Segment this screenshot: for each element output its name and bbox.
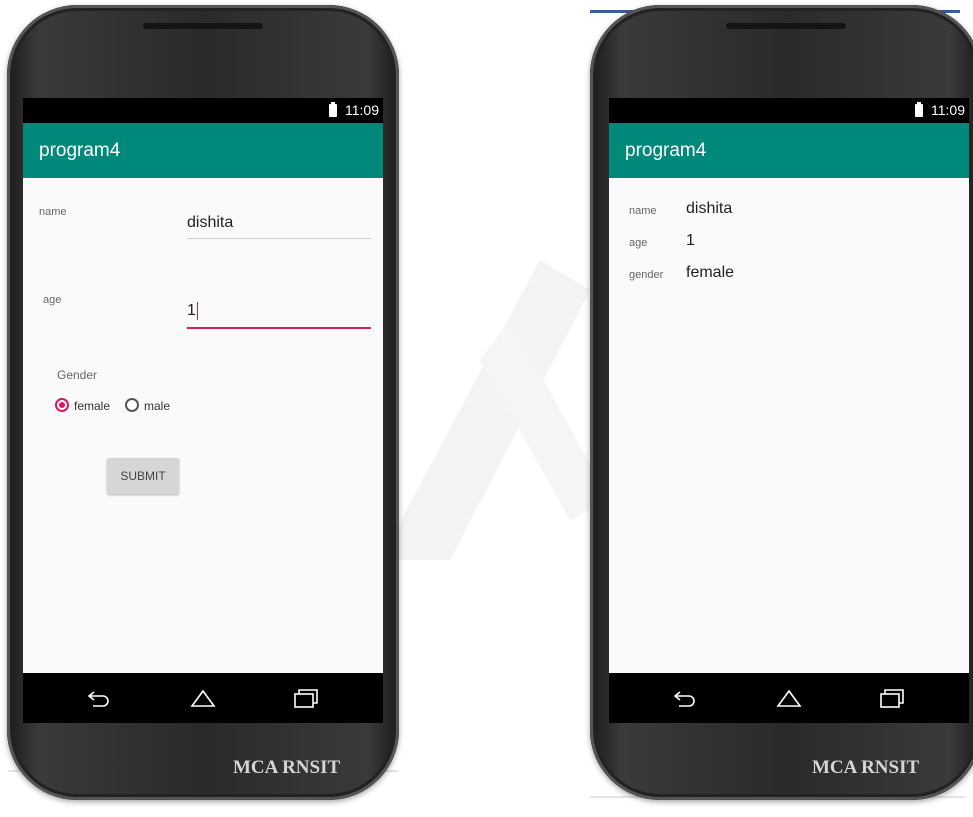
result-row: name dishita xyxy=(629,200,929,222)
result-label: name xyxy=(629,205,657,217)
text-cursor xyxy=(196,302,198,320)
result-row: age 1 xyxy=(629,232,929,254)
navigation-bar xyxy=(23,673,383,723)
radio-male-circle xyxy=(125,398,139,412)
navigation-bar xyxy=(609,673,969,723)
app-bar: program4 xyxy=(23,123,383,178)
radio-male[interactable]: male xyxy=(125,394,185,416)
battery-icon xyxy=(329,102,337,117)
app-title: program4 xyxy=(39,140,121,161)
gender-label: Gender xyxy=(57,368,98,382)
battery-icon xyxy=(915,102,923,117)
result-value: 1 xyxy=(686,232,695,249)
name-input-underline xyxy=(187,238,371,239)
screen-result: 11:09 program4 name dishita age 1 gender… xyxy=(609,98,969,723)
age-input-text: 1 xyxy=(187,302,196,320)
name-input[interactable]: dishita xyxy=(187,206,377,239)
speaker-grille xyxy=(143,23,263,29)
name-label: name xyxy=(39,206,67,218)
app-title: program4 xyxy=(625,140,707,161)
age-label: age xyxy=(43,294,62,306)
screen-form: 11:09 program4 name dishita age 1 Gender… xyxy=(23,98,383,723)
result-content: name dishita age 1 gender female xyxy=(609,178,969,673)
recents-icon[interactable] xyxy=(877,686,905,710)
form-content: name dishita age 1 Gender female male SU… xyxy=(23,178,383,673)
status-time: 11:09 xyxy=(931,102,965,118)
name-input-value: dishita xyxy=(187,214,234,231)
radio-female-circle xyxy=(55,398,69,412)
status-bar: 11:09 xyxy=(23,98,383,123)
speaker-grille xyxy=(726,23,846,29)
submit-button[interactable]: SUBMIT xyxy=(107,458,179,494)
status-time: 11:09 xyxy=(345,102,379,118)
radio-female-label: female xyxy=(74,399,111,413)
result-value: female xyxy=(686,264,735,281)
radio-male-label: male xyxy=(144,399,171,413)
phone-right: 11:09 program4 name dishita age 1 gender… xyxy=(590,5,973,800)
back-icon[interactable] xyxy=(85,686,113,710)
phone-left: 11:09 program4 name dishita age 1 Gender… xyxy=(7,5,399,800)
watermark-text: MCA RNSIT xyxy=(233,757,341,778)
result-value: dishita xyxy=(686,200,733,217)
status-bar: 11:09 xyxy=(609,98,969,123)
result-label: gender xyxy=(629,269,664,281)
app-bar: program4 xyxy=(609,123,969,178)
age-input[interactable]: 1 xyxy=(187,294,377,330)
watermark-text: MCA RNSIT xyxy=(812,757,920,778)
result-row: gender female xyxy=(629,264,929,286)
recents-icon[interactable] xyxy=(291,686,319,710)
radio-female[interactable]: female xyxy=(55,394,125,416)
back-icon[interactable] xyxy=(671,686,699,710)
result-label: age xyxy=(629,237,648,249)
home-icon[interactable] xyxy=(775,686,803,710)
age-input-underline xyxy=(187,327,371,329)
age-input-value: 1 xyxy=(187,302,198,320)
home-icon[interactable] xyxy=(189,686,217,710)
